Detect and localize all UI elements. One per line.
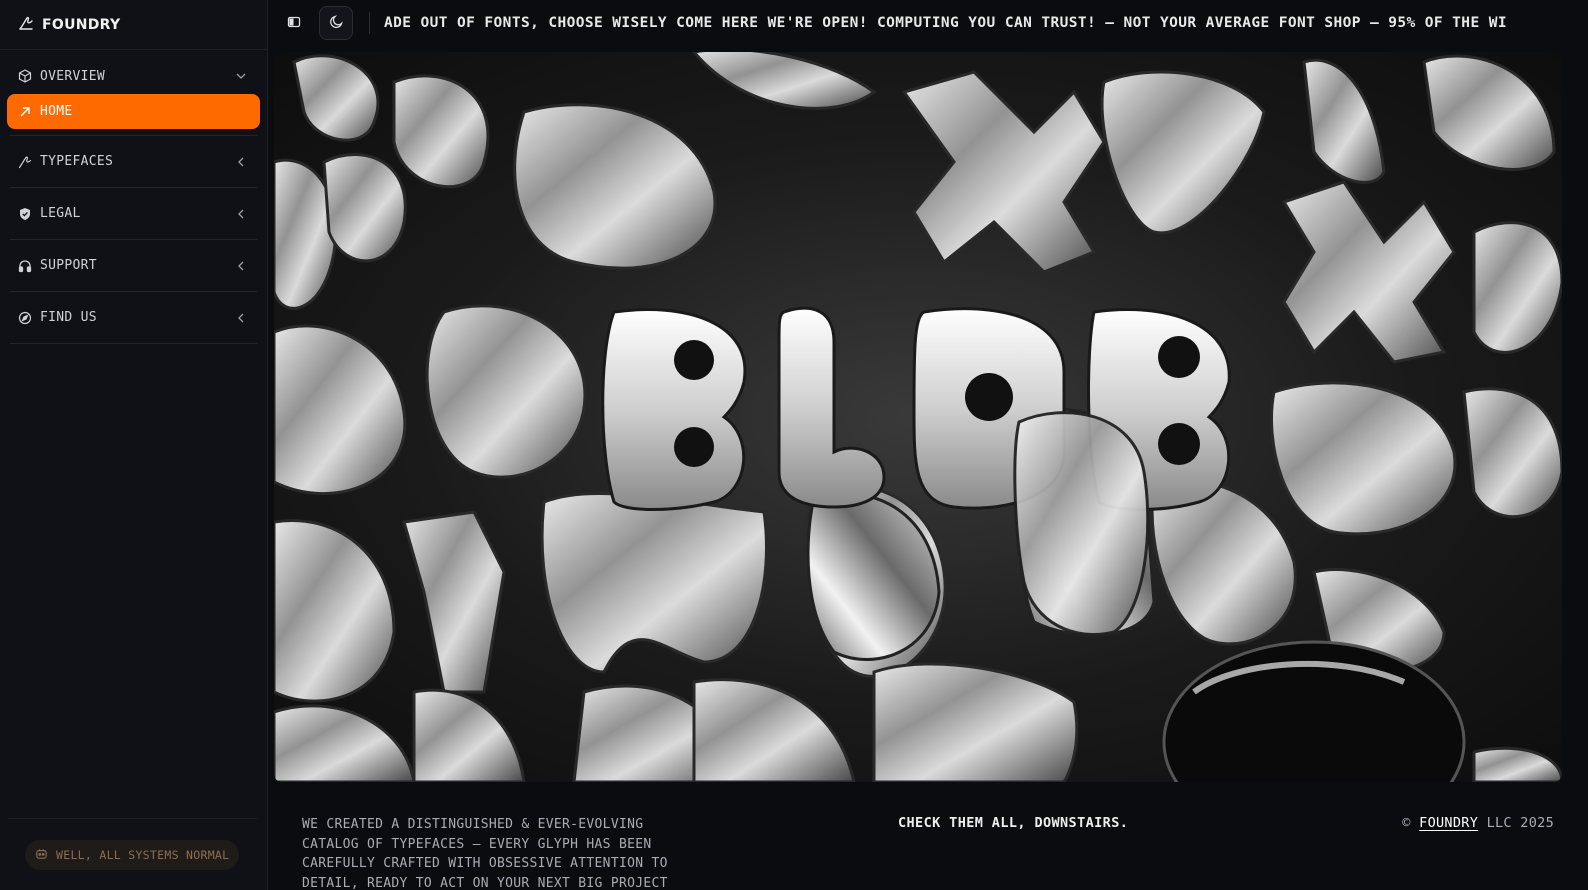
chevron-left-icon — [235, 156, 247, 168]
copyright-symbol: © — [1402, 815, 1411, 831]
status-text: WELL, ALL SYSTEMS NORMAL — [56, 847, 230, 862]
topbar-divider — [369, 12, 370, 34]
nav-group-support: SUPPORT — [10, 240, 257, 292]
arrow-up-right-icon — [18, 105, 32, 119]
brand[interactable]: FOUNDRY — [0, 0, 267, 50]
panel-left-icon — [287, 14, 301, 33]
hero-image — [274, 52, 1562, 782]
sidebar-footer: WELL, ALL SYSTEMS NORMAL — [8, 818, 257, 890]
sidebar-item-legal[interactable]: LEGAL — [10, 196, 257, 232]
chevron-left-icon — [235, 260, 247, 272]
topbar: ADE OUT OF FONTS, CHOOSE WISELY COME HER… — [268, 0, 1588, 46]
chevron-down-icon — [235, 70, 247, 82]
nav-group-legal: LEGAL — [10, 188, 257, 240]
sidebar-item-overview[interactable]: OVERVIEW — [10, 58, 257, 94]
sidebar-item-label: OVERVIEW — [40, 68, 106, 84]
signature-icon — [18, 155, 32, 169]
chrome-letters-artwork — [274, 52, 1562, 782]
sidebar-item-label: LEGAL — [40, 206, 81, 221]
copyright-rest: LLC 2025 — [1486, 815, 1554, 831]
chevron-left-icon — [235, 208, 247, 220]
compass-icon — [18, 311, 32, 325]
sidebar-toggle-button[interactable] — [277, 6, 311, 40]
shield-icon — [18, 207, 32, 221]
sidebar-item-support[interactable]: SUPPORT — [10, 248, 257, 284]
status-icon — [35, 847, 48, 863]
nav-group-overview: OVERVIEW HOME — [7, 58, 260, 136]
theme-toggle-button[interactable] — [319, 6, 353, 40]
cube-icon — [18, 69, 32, 83]
sidebar-item-home[interactable]: HOME — [7, 94, 260, 129]
chevron-left-icon — [235, 312, 247, 324]
nav-group-find-us: FIND US — [10, 292, 257, 344]
sidebar-item-label: SUPPORT — [40, 258, 97, 273]
sidebar-item-find-us[interactable]: FIND US — [10, 300, 257, 336]
sidebar-nav: OVERVIEW HOME TYPEFACES LEGAL SUPPORT FI… — [0, 50, 267, 344]
sidebar-item-label: HOME — [40, 104, 73, 119]
sidebar-item-label: FIND US — [40, 310, 97, 325]
headphones-icon — [18, 259, 32, 273]
sidebar: FOUNDRY OVERVIEW HOME TYPEFACES LEGAL SU… — [0, 0, 268, 890]
status-badge[interactable]: WELL, ALL SYSTEMS NORMAL — [25, 839, 240, 870]
copyright: © FOUNDRY LLC 2025 — [1402, 815, 1554, 831]
sidebar-item-label: TYPEFACES — [40, 154, 114, 169]
nav-group-typefaces: TYPEFACES — [10, 136, 257, 188]
announcement-marquee: ADE OUT OF FONTS, CHOOSE WISELY COME HER… — [384, 15, 1507, 31]
copyright-brand-link[interactable]: FOUNDRY — [1419, 815, 1478, 831]
catalog-cta[interactable]: CHECK THEM ALL, DOWNSTAIRS. — [898, 815, 1128, 831]
brand-name: FOUNDRY — [42, 16, 121, 33]
sidebar-item-typefaces[interactable]: TYPEFACES — [10, 144, 257, 180]
catalog-description: WE CREATED A DISTINGUISHED & EVER-EVOLVI… — [302, 817, 668, 890]
moon-icon — [329, 14, 344, 33]
signature-icon — [18, 15, 34, 35]
